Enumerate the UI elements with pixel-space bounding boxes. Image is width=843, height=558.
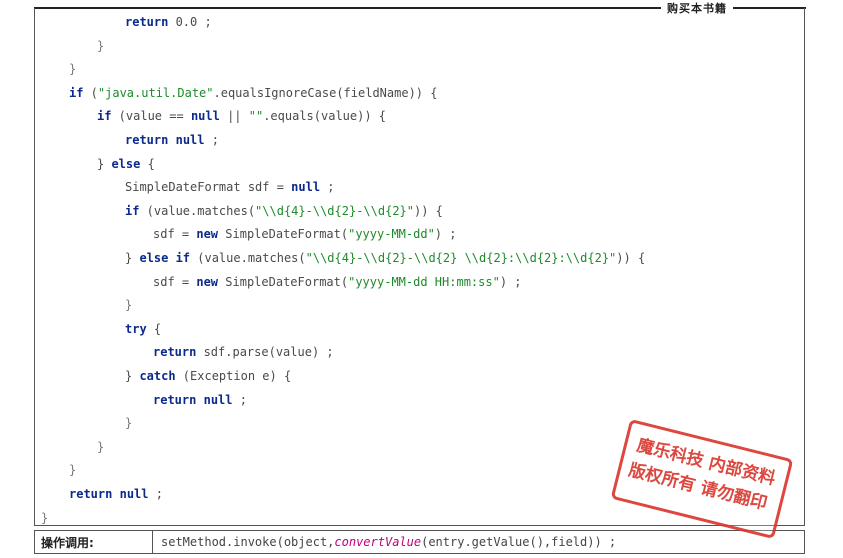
code-token: || bbox=[219, 109, 249, 124]
code-token: catch bbox=[139, 369, 176, 383]
code-token: .equalsIgnoreCase(fieldName)) { bbox=[213, 85, 438, 100]
code-token: (Exception e) { bbox=[175, 369, 292, 383]
code-token: "\\d{4}-\\d{2}-\\d{2} \\d{2}:\\d{2}:\\d{… bbox=[305, 251, 617, 265]
code-token: } bbox=[69, 62, 77, 77]
code-token: .equals(value)) { bbox=[263, 109, 387, 124]
code-token: return bbox=[153, 345, 197, 360]
code-line: } bbox=[97, 437, 104, 457]
code-token: return bbox=[69, 487, 113, 501]
code-token: sdf.parse(value) ; bbox=[196, 345, 334, 360]
code-token: "" bbox=[248, 109, 264, 124]
code-line: return sdf.parse(value) ; bbox=[153, 342, 334, 362]
code-line: SimpleDateFormat sdf = null ; bbox=[125, 177, 335, 197]
code-token: (value == bbox=[111, 109, 191, 124]
code-token: (value.matches( bbox=[139, 203, 256, 218]
code-token: SimpleDateFormat( bbox=[218, 274, 349, 289]
code-line: } bbox=[69, 59, 76, 79]
call-code-suffix: (entry.getValue(),field)) ; bbox=[421, 535, 617, 549]
code-token: null bbox=[291, 180, 321, 195]
code-token: new bbox=[196, 274, 219, 289]
code-line: sdf = new SimpleDateFormat("yyyy-MM-dd")… bbox=[153, 224, 456, 244]
code-token: )) { bbox=[616, 251, 646, 265]
code-token: } bbox=[41, 510, 49, 525]
code-token: null bbox=[175, 133, 205, 147]
code-token: ; bbox=[232, 392, 247, 407]
code-token: } bbox=[69, 463, 77, 478]
code-token: } bbox=[97, 439, 105, 454]
code-token: "yyyy-MM-dd" bbox=[348, 227, 435, 242]
code-token: null bbox=[190, 109, 220, 124]
code-token: null bbox=[119, 487, 149, 501]
code-token: ( bbox=[83, 85, 98, 100]
code-token: ) ; bbox=[434, 227, 457, 242]
code-token: } bbox=[125, 251, 140, 265]
code-token: ) ; bbox=[499, 274, 522, 289]
code-token: } bbox=[125, 298, 133, 313]
code-token: } bbox=[125, 416, 133, 431]
code-line: if (value == null || "".equals(value)) { bbox=[97, 106, 386, 126]
code-line: try { bbox=[125, 319, 161, 339]
code-token: sdf = bbox=[153, 227, 197, 242]
code-line: if (value.matches("\\d{4}-\\d{2}-\\d{2}"… bbox=[125, 201, 443, 221]
operation-call-row: 操作调用: setMethod.invoke(object,convertVal… bbox=[34, 530, 805, 554]
code-line: return null ; bbox=[69, 484, 163, 504]
call-code-prefix: setMethod.invoke(object, bbox=[161, 535, 335, 549]
code-token: new bbox=[196, 227, 219, 242]
code-line: sdf = new SimpleDateFormat("yyyy-MM-dd H… bbox=[153, 272, 522, 292]
code-line: } bbox=[69, 460, 76, 480]
code-line: } else if (value.matches("\\d{4}-\\d{2}-… bbox=[125, 248, 645, 268]
code-line: } catch (Exception e) { bbox=[125, 366, 291, 386]
code-token: null bbox=[203, 392, 233, 407]
code-token: ; bbox=[204, 133, 219, 147]
code-token: if bbox=[97, 109, 112, 124]
operation-call-label: 操作调用: bbox=[35, 531, 153, 553]
code-token: return bbox=[125, 133, 169, 147]
code-token: SimpleDateFormat( bbox=[218, 227, 349, 242]
book-page: 购买本书籍 return 0.0 ;}} if ("java.util.Date"… bbox=[0, 0, 843, 558]
code-token: sdf = bbox=[153, 274, 197, 289]
code-token: "\\d{4}-\\d{2}-\\d{2}" bbox=[255, 203, 414, 218]
code-token: return bbox=[153, 392, 197, 407]
code-line: } bbox=[97, 36, 104, 56]
code-token: 0.0 ; bbox=[168, 15, 212, 29]
code-token: if bbox=[69, 85, 84, 100]
code-token: else if bbox=[139, 251, 191, 265]
code-line: return 0.0 ; bbox=[125, 12, 212, 32]
code-token: try bbox=[125, 321, 147, 336]
operation-call-code: setMethod.invoke(object,convertValue(ent… bbox=[153, 535, 616, 549]
code-line: if ("java.util.Date".equalsIgnoreCase(fi… bbox=[69, 83, 437, 103]
code-token: "java.util.Date" bbox=[97, 85, 214, 100]
code-line: } bbox=[41, 508, 48, 528]
code-token: if bbox=[125, 203, 140, 218]
code-token: { bbox=[140, 156, 155, 171]
code-token: return bbox=[125, 15, 169, 29]
code-token: ; bbox=[320, 180, 335, 195]
code-token: } bbox=[97, 38, 105, 53]
code-line: } bbox=[125, 413, 132, 433]
code-line: return null ; bbox=[153, 390, 247, 410]
code-line: } bbox=[125, 295, 132, 315]
code-token: ; bbox=[148, 487, 163, 501]
code-token: SimpleDateFormat sdf = bbox=[125, 180, 292, 195]
code-token: } bbox=[97, 156, 112, 171]
call-code-method: convertValue bbox=[334, 535, 422, 549]
code-token: } bbox=[125, 369, 140, 383]
code-token: else bbox=[111, 156, 141, 171]
code-token: (value.matches( bbox=[190, 251, 306, 265]
code-line: return null ; bbox=[125, 130, 219, 150]
code-token: )) { bbox=[414, 203, 443, 218]
code-token: { bbox=[146, 321, 162, 336]
code-line: } else { bbox=[97, 154, 155, 174]
code-token: "yyyy-MM-dd HH:mm:ss" bbox=[348, 274, 500, 289]
